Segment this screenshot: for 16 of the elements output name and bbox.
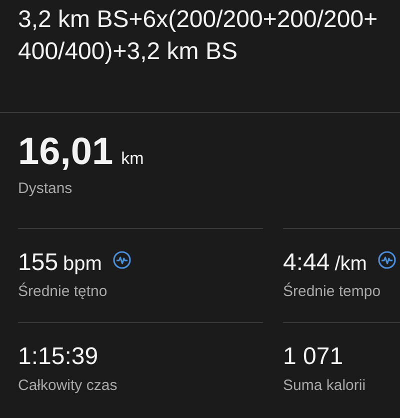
stat-label: Średnie tempo xyxy=(283,283,382,300)
stat-value: 1:15:39 xyxy=(18,343,98,371)
stat-unit: bpm xyxy=(63,253,102,276)
stat-value: 155 xyxy=(18,249,58,277)
stat-value: 1 071 xyxy=(283,343,344,371)
stat-value: 4:44 xyxy=(283,249,330,277)
activity-chart-icon[interactable] xyxy=(378,251,396,269)
stat-unit: /km xyxy=(334,253,367,276)
distance-value: 16,01 xyxy=(18,131,114,174)
stat-label: Całkowity czas xyxy=(18,377,118,394)
distance-unit: km xyxy=(121,149,144,169)
stat-label: Dystans xyxy=(18,180,74,197)
stat-label: Suma kalorii xyxy=(283,377,367,394)
activity-chart-icon[interactable] xyxy=(112,251,131,269)
stat-label: Średnie tętno xyxy=(18,283,108,300)
workout-title: 3,2 km BS+6x(200/200+200/200+400/400)+3,2 km BS xyxy=(17,5,379,67)
